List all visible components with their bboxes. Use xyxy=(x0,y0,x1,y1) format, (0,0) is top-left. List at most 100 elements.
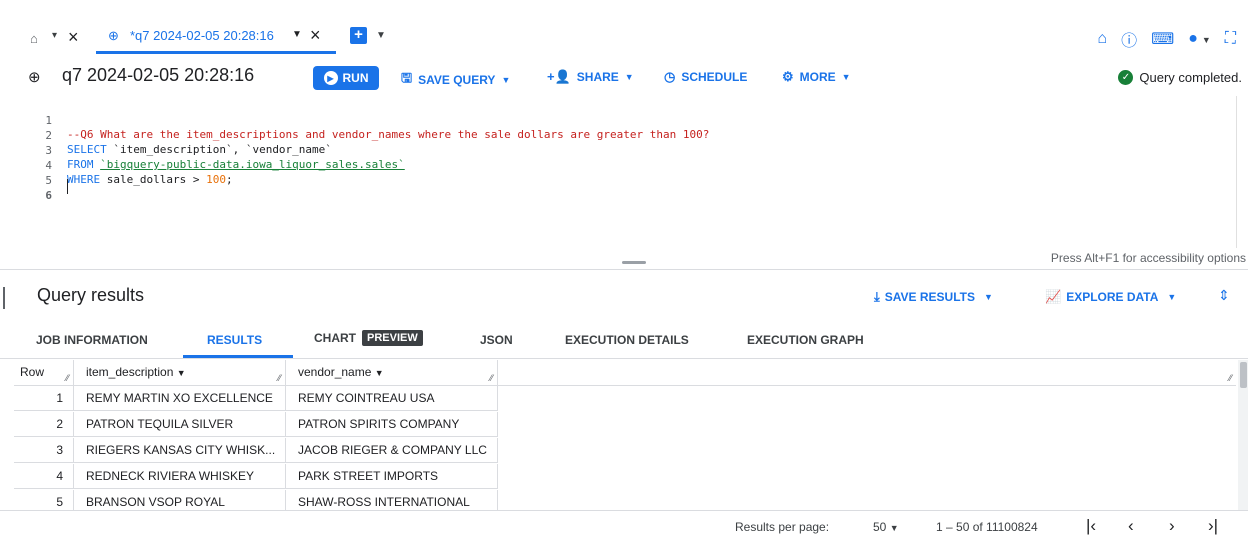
tab-chart[interactable]: CHART PREVIEW xyxy=(314,330,423,346)
row-number: 2 xyxy=(56,417,63,431)
vendor-name-cell[interactable]: REMY COINTREAU USA xyxy=(286,386,498,411)
tab-menu-caret-icon[interactable]: ▼ xyxy=(376,30,386,41)
sort-caret-icon[interactable]: ▼ xyxy=(375,368,384,378)
run-button[interactable]: ▶ RUN xyxy=(313,66,379,90)
header-label: item_description ▼ xyxy=(86,365,186,379)
resize-icon[interactable]: ⁄⁄ xyxy=(278,373,281,383)
save-query-label: SAVE QUERY xyxy=(418,73,496,87)
column-header-item-description[interactable]: item_description ▼ ⁄⁄ xyxy=(74,360,286,386)
code-table-link[interactable]: `bigquery-public-data.iowa_liquor_sales.… xyxy=(100,158,405,171)
item-description-cell[interactable]: RIEGERS KANSAS CITY WHISK... xyxy=(74,438,286,463)
vendor-name-cell[interactable]: JACOB RIEGER & COMPANY LLC xyxy=(286,438,498,463)
add-person-icon: +👤 xyxy=(547,69,571,84)
code-text: WHERE sale_dollars > 100; xyxy=(67,173,233,187)
keyboard-icon[interactable]: ⌨ xyxy=(1151,29,1174,49)
row-number: 4 xyxy=(56,469,63,483)
item-description-cell[interactable]: REMY MARTIN XO EXCELLENCE xyxy=(74,386,286,411)
run-label: RUN xyxy=(342,71,369,85)
info-icon[interactable]: ⓘ xyxy=(1121,27,1137,51)
query-title: q7 2024-02-05 20:28:16 xyxy=(62,65,255,85)
query-icon: ⊕ xyxy=(108,28,119,43)
code-keyword: SELECT xyxy=(67,143,107,156)
item-description-cell[interactable]: REDNECK RIVIERA WHISKEY xyxy=(74,464,286,489)
download-icon: ⤓ xyxy=(874,289,880,304)
next-page-icon[interactable]: › xyxy=(1169,516,1175,536)
code-line: 3 FROM `bigquery-public-data.iowa_liquor… xyxy=(0,130,404,171)
close-home-tab-icon[interactable]: × xyxy=(68,27,79,48)
status-text: Query completed. xyxy=(1139,70,1242,85)
tab-json[interactable]: JSON xyxy=(480,333,513,347)
tab-caret-icon[interactable]: ▼ xyxy=(292,29,302,40)
expand-collapse-icon[interactable]: ⇕ xyxy=(1218,287,1230,304)
item-description-cell[interactable]: BRANSON VSOP ROYAL xyxy=(74,490,286,510)
sql-editor[interactable]: 1 --Q6 What are the item_descriptions an… xyxy=(0,96,1248,248)
home-tab-caret-icon[interactable]: ▾ xyxy=(52,30,57,41)
tab-job-information[interactable]: JOB INFORMATION xyxy=(36,333,148,347)
text-cursor xyxy=(67,179,68,194)
query-icon: ⊕ xyxy=(28,69,41,86)
save-results-label: SAVE RESULTS xyxy=(884,290,975,304)
fullscreen-icon[interactable]: ⛶ xyxy=(1225,30,1236,48)
row-number-cell: 2 xyxy=(14,412,74,437)
top-right-icons: ⌂ ⓘ ⌨ ● ▼ ⛶ xyxy=(1097,27,1236,51)
share-label: SHARE xyxy=(576,70,619,84)
home-tab-icon[interactable]: ⌂ xyxy=(30,31,38,46)
share-button[interactable]: +👤 SHARE ▼ xyxy=(547,69,634,85)
cell-text: SHAW-ROSS INTERNATIONAL xyxy=(298,495,470,509)
close-tab-icon[interactable]: × xyxy=(310,25,321,46)
table-row[interactable]: 4 REDNECK RIVIERA WHISKEY PARK STREET IM… xyxy=(14,464,498,489)
tab-execution-details[interactable]: EXECUTION DETAILS xyxy=(565,333,689,347)
resize-icon[interactable]: ⁄⁄ xyxy=(1229,373,1232,383)
save-results-button[interactable]: ⤓ SAVE RESULTS ▼ xyxy=(874,289,993,305)
cell-text: REMY COINTREAU USA xyxy=(298,391,435,405)
save-query-button[interactable]: 🖫 SAVE QUERY ▼ xyxy=(401,69,510,91)
per-page-value: 50 xyxy=(873,520,887,534)
results-title: Query results xyxy=(37,285,145,305)
tab-execution-graph[interactable]: EXECUTION GRAPH xyxy=(747,333,864,347)
explore-data-button[interactable]: 📈 EXPLORE DATA ▼ xyxy=(1045,289,1176,305)
tab-chart-label: CHART xyxy=(314,331,356,345)
vendor-name-cell[interactable]: SHAW-ROSS INTERNATIONAL xyxy=(286,490,498,510)
row-number-cell: 4 xyxy=(14,464,74,489)
home-icon[interactable]: ⌂ xyxy=(1097,30,1107,48)
chevron-down-icon: ▼ xyxy=(889,523,899,533)
new-tab-button[interactable]: + xyxy=(350,27,367,44)
header-label: vendor_name ▼ xyxy=(298,365,384,379)
table-row[interactable]: 2 PATRON TEQUILA SILVER PATRON SPIRITS C… xyxy=(14,412,498,437)
table-row[interactable]: 3 RIEGERS KANSAS CITY WHISK... JACOB RIE… xyxy=(14,438,498,463)
cell-text: REMY MARTIN XO EXCELLENCE xyxy=(86,391,273,405)
cell-text: PARK STREET IMPORTS xyxy=(298,469,439,483)
item-description-cell[interactable]: PATRON TEQUILA SILVER xyxy=(74,412,286,437)
results-per-page-select[interactable]: 50 ▼ xyxy=(873,520,899,534)
chevron-down-icon: ▼ xyxy=(501,75,511,85)
vendor-name-cell[interactable]: PARK STREET IMPORTS xyxy=(286,464,498,489)
code-line: 6 xyxy=(0,175,52,202)
lightbulb-icon[interactable]: ● ▼ xyxy=(1188,30,1211,48)
tab-query-active[interactable]: ⊕ *q7 2024-02-05 20:28:16 ▼ × xyxy=(96,22,336,54)
tab-results[interactable]: RESULTS xyxy=(207,333,262,347)
resize-icon[interactable]: ⁄⁄ xyxy=(66,373,69,383)
cell-text: PATRON SPIRITS COMPANY xyxy=(298,417,460,431)
resize-handle[interactable] xyxy=(622,261,646,264)
active-tab-indicator xyxy=(183,355,293,358)
column-header-empty: ⁄⁄ xyxy=(498,360,1236,386)
schedule-button[interactable]: ◷ SCHEDULE xyxy=(664,69,747,85)
more-button[interactable]: ⚙ MORE ▼ xyxy=(782,69,851,85)
table-row[interactable]: 5 BRANSON VSOP ROYAL SHAW-ROSS INTERNATI… xyxy=(14,490,498,510)
column-header-row[interactable]: Row ⁄⁄ xyxy=(14,360,74,386)
last-page-icon[interactable]: ›| xyxy=(1208,516,1218,536)
code-keyword: FROM xyxy=(67,158,94,171)
column-header-vendor-name[interactable]: vendor_name ▼ ⁄⁄ xyxy=(286,360,498,386)
first-page-icon[interactable]: |‹ xyxy=(1086,516,1096,536)
sort-caret-icon[interactable]: ▼ xyxy=(177,368,186,378)
header-label: Row xyxy=(20,365,45,379)
explore-data-label: EXPLORE DATA xyxy=(1066,290,1159,304)
previous-page-icon[interactable]: ‹ xyxy=(1128,516,1134,536)
resize-icon[interactable]: ⁄⁄ xyxy=(490,373,493,383)
table-scrollbar-thumb[interactable] xyxy=(1240,362,1247,388)
chevron-down-icon: ▼ xyxy=(983,292,993,302)
table-row[interactable]: 1 REMY MARTIN XO EXCELLENCE REMY COINTRE… xyxy=(14,386,498,411)
editor-body[interactable] xyxy=(66,96,1236,248)
vendor-name-cell[interactable]: PATRON SPIRITS COMPANY xyxy=(286,412,498,437)
editor-scrollbar[interactable] xyxy=(1236,96,1248,256)
